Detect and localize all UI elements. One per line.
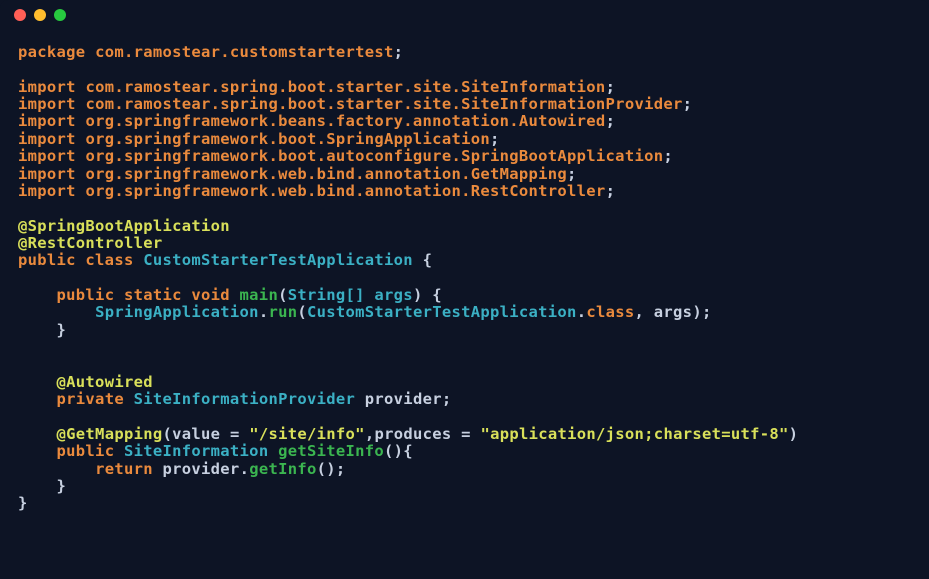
var-ref: provider	[163, 460, 240, 478]
import-path: org.springframework.beans.factory.annota…	[85, 112, 605, 130]
param-type: String[] args	[288, 286, 413, 304]
class-arg: CustomStarterTestApplication	[307, 303, 577, 321]
class-ref: SpringApplication	[95, 303, 259, 321]
ann-key: value	[172, 425, 220, 443]
field-modifier: private	[57, 390, 124, 408]
maximize-icon[interactable]	[54, 9, 66, 21]
keyword-import: import	[18, 130, 76, 148]
annotation: @SpringBootApplication	[18, 217, 230, 235]
method-name: main	[240, 286, 279, 304]
class-modifier: public class	[18, 251, 134, 269]
import-path: org.springframework.boot.SpringApplicati…	[85, 130, 490, 148]
return-type: SiteInformation	[124, 442, 268, 460]
keyword-import: import	[18, 95, 76, 113]
keyword-import: import	[18, 147, 76, 165]
keyword-return: return	[95, 460, 153, 478]
keyword-import: import	[18, 165, 76, 183]
ann-value: "application/json;charset=utf-8"	[480, 425, 788, 443]
code-editor-window: package com.ramostear.customstartertest;…	[0, 0, 929, 579]
method-name: getSiteInfo	[278, 442, 384, 460]
class-name: CustomStarterTestApplication	[143, 251, 413, 269]
import-path: org.springframework.web.bind.annotation.…	[85, 165, 567, 183]
field-name: provider	[365, 390, 442, 408]
keyword-import: import	[18, 182, 76, 200]
ann-key: produces	[374, 425, 451, 443]
import-path: com.ramostear.spring.boot.starter.site.S…	[85, 95, 682, 113]
keyword-package: package	[18, 43, 85, 61]
window-titlebar	[0, 0, 929, 30]
code-content: package com.ramostear.customstartertest;…	[0, 30, 929, 527]
method-call: run	[268, 303, 297, 321]
import-path: org.springframework.boot.autoconfigure.S…	[85, 147, 663, 165]
keyword-import: import	[18, 78, 76, 96]
annotation: @RestController	[18, 234, 162, 252]
annotation: @GetMapping	[57, 425, 163, 443]
close-icon[interactable]	[14, 9, 26, 21]
ann-value: "/site/info"	[249, 425, 365, 443]
keyword-import: import	[18, 112, 76, 130]
import-path: org.springframework.web.bind.annotation.…	[85, 182, 605, 200]
var-arg: args	[654, 303, 693, 321]
annotation: @Autowired	[57, 373, 153, 391]
method-modifier: public static void	[57, 286, 230, 304]
minimize-icon[interactable]	[34, 9, 46, 21]
method-modifier: public	[57, 442, 115, 460]
field-type: SiteInformationProvider	[134, 390, 356, 408]
package-path: com.ramostear.customstartertest	[95, 43, 394, 61]
method-call: getInfo	[249, 460, 316, 478]
import-path: com.ramostear.spring.boot.starter.site.S…	[85, 78, 605, 96]
